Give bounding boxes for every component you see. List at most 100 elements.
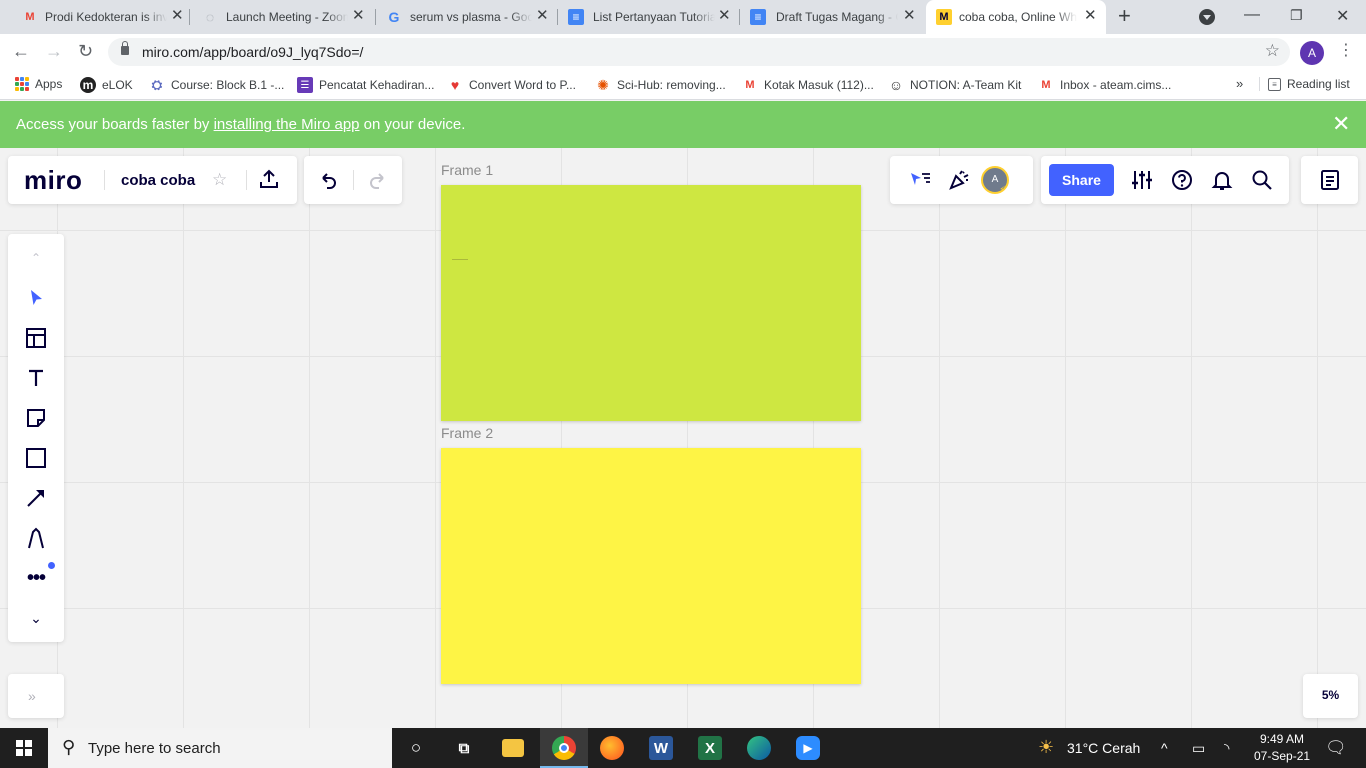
bookmark-course[interactable]: ⛭ Course: Block B.1 -... bbox=[149, 77, 285, 93]
browser-tab[interactable]: G serum vs plasma - Google Search ✕ bbox=[376, 0, 558, 34]
search-icon[interactable] bbox=[1251, 169, 1273, 196]
sticky-mark bbox=[452, 259, 468, 260]
cursor-filter-icon[interactable] bbox=[908, 169, 932, 196]
menu-kebab-icon[interactable]: ⋮ bbox=[1338, 42, 1354, 60]
notifications-bell-icon[interactable] bbox=[1211, 169, 1233, 196]
tab-title: serum vs plasma - Google Search bbox=[410, 10, 532, 24]
excel-icon[interactable]: X bbox=[698, 736, 722, 760]
shape-rectangle-icon[interactable] bbox=[22, 444, 50, 472]
forward-arrow-icon[interactable]: → bbox=[45, 40, 63, 62]
taskbar-search[interactable]: ⚲ Type here to search bbox=[48, 728, 392, 768]
profile-avatar[interactable]: A bbox=[1300, 41, 1324, 65]
browser-tab[interactable]: ≡ Draft Tugas Magang - Google Docs ✕ bbox=[740, 0, 924, 34]
notes-list-icon[interactable] bbox=[1319, 169, 1341, 196]
install-app-link[interactable]: installing the Miro app bbox=[214, 116, 360, 133]
window-close-icon[interactable]: ✕ bbox=[1336, 6, 1349, 26]
board-canvas[interactable]: miro coba coba ☆ Frame 1 Frame 2 A ⚡ Sha… bbox=[0, 148, 1366, 728]
bookmark-elok[interactable]: m eLOK bbox=[80, 77, 133, 93]
taskbar-clock[interactable]: 9:49 AM 07-Sep-21 bbox=[1254, 731, 1310, 765]
board-name[interactable]: coba coba bbox=[121, 172, 195, 189]
file-explorer-icon[interactable] bbox=[502, 739, 524, 757]
frame-1[interactable] bbox=[441, 185, 861, 421]
tray-overflow-icon[interactable]: ^ bbox=[1161, 740, 1168, 756]
chrome-icon[interactable] bbox=[552, 736, 576, 760]
close-banner-icon[interactable]: ✕ bbox=[1332, 112, 1350, 136]
cortana-icon[interactable]: ○ bbox=[404, 736, 428, 760]
expand-down-icon[interactable]: ⌄ bbox=[22, 604, 50, 632]
share-button[interactable]: Share bbox=[1049, 164, 1114, 196]
undo-icon[interactable] bbox=[318, 169, 340, 196]
bookmark-apps[interactable]: Apps bbox=[15, 77, 62, 91]
bookmark-forms[interactable]: ☰ Pencatat Kehadiran... bbox=[297, 77, 434, 93]
new-tab-button[interactable]: + bbox=[1118, 5, 1131, 27]
browser-tab[interactable]: ◌ Launch Meeting - Zoom ✕ bbox=[190, 0, 376, 34]
tab-search-icon[interactable] bbox=[1199, 9, 1215, 25]
reactions-party-icon[interactable] bbox=[947, 168, 971, 197]
templates-icon[interactable] bbox=[22, 324, 50, 352]
browser-tab[interactable]: M Prodi Kedokteran is inviting you to a … bbox=[0, 0, 190, 34]
collapse-up-icon[interactable]: ⌃ bbox=[22, 244, 50, 272]
restore-icon[interactable]: ❐ bbox=[1290, 7, 1303, 24]
bookmark-gmail[interactable]: M Kotak Masuk (112)... bbox=[742, 77, 873, 93]
bookmark-notion[interactable]: ☺ NOTION: A-Team Kit bbox=[888, 77, 1022, 93]
lock-icon[interactable] bbox=[121, 41, 129, 55]
help-icon[interactable] bbox=[1171, 169, 1193, 196]
reload-icon[interactable]: ↻ bbox=[78, 40, 93, 62]
task-view-icon[interactable]: ⧉ bbox=[452, 736, 476, 760]
bookmark-scihub[interactable]: ✺ Sci-Hub: removing... bbox=[595, 77, 726, 93]
settings-sliders-icon[interactable] bbox=[1131, 169, 1153, 196]
text-tool-icon[interactable] bbox=[22, 364, 50, 392]
bookmark-label: eLOK bbox=[102, 78, 133, 92]
frame-2-label[interactable]: Frame 2 bbox=[441, 425, 493, 441]
weather-icon[interactable]: ☀ bbox=[1038, 737, 1054, 758]
docs-icon: ≡ bbox=[750, 9, 766, 25]
taskbar-search-placeholder[interactable]: Type here to search bbox=[88, 740, 221, 757]
close-tab-icon[interactable]: ✕ bbox=[1084, 8, 1097, 24]
redo-icon[interactable] bbox=[366, 169, 388, 196]
bookmarks-more-icon[interactable]: » bbox=[1236, 76, 1243, 91]
battery-icon[interactable]: ▭ bbox=[1192, 740, 1205, 757]
close-tab-icon[interactable]: ✕ bbox=[352, 8, 365, 24]
notification-center-icon[interactable]: 🗨 bbox=[1325, 738, 1347, 758]
word-icon[interactable]: W bbox=[649, 736, 673, 760]
url-text[interactable]: miro.com/app/board/o9J_lyq7Sdo=/ bbox=[142, 44, 363, 60]
frame-2[interactable] bbox=[441, 448, 861, 684]
address-bar: ← → ↻ miro.com/app/board/o9J_lyq7Sdo=/ ☆… bbox=[0, 34, 1366, 70]
globe-icon: ◌ bbox=[205, 9, 215, 25]
heart-icon: ♥ bbox=[450, 77, 460, 93]
windows-start-icon[interactable] bbox=[16, 740, 32, 756]
more-tools-icon[interactable]: ••• bbox=[22, 564, 50, 592]
edge-icon[interactable] bbox=[747, 736, 771, 760]
expand-panel-icon[interactable]: » bbox=[28, 685, 36, 707]
star-icon[interactable]: ☆ bbox=[212, 169, 227, 191]
zoom-app-icon[interactable]: ▶ bbox=[796, 736, 820, 760]
browser-tab-strip: M Prodi Kedokteran is inviting you to a … bbox=[0, 0, 1366, 34]
forms-icon: ☰ bbox=[297, 77, 313, 93]
select-cursor-icon[interactable] bbox=[22, 284, 50, 312]
close-tab-icon[interactable]: ✕ bbox=[171, 8, 184, 24]
browser-tab[interactable]: ≡ List Pertanyaan Tutorial ✕ bbox=[558, 0, 740, 34]
bookmark-label: Course: Block B.1 -... bbox=[171, 78, 285, 92]
minimize-icon[interactable]: — bbox=[1244, 6, 1260, 24]
zoom-level[interactable]: 5% bbox=[1303, 688, 1358, 702]
miro-logo[interactable]: miro bbox=[24, 165, 82, 196]
connection-line-icon[interactable] bbox=[22, 484, 50, 512]
reading-list-button[interactable]: ≡ Reading list bbox=[1259, 77, 1350, 91]
wifi-icon[interactable]: ◝ bbox=[1224, 740, 1229, 757]
close-tab-icon[interactable]: ✕ bbox=[718, 8, 731, 24]
gmail-icon: M bbox=[745, 79, 755, 91]
frame-1-label[interactable]: Frame 1 bbox=[441, 162, 493, 178]
omnibox[interactable]: miro.com/app/board/o9J_lyq7Sdo=/ ☆ bbox=[108, 38, 1290, 66]
back-arrow-icon[interactable]: ← bbox=[12, 40, 30, 62]
bookmark-star-icon[interactable]: ☆ bbox=[1265, 41, 1280, 61]
pen-icon[interactable] bbox=[22, 524, 50, 552]
bookmark-inbox[interactable]: M Inbox - ateam.cims... bbox=[1038, 77, 1171, 93]
sticky-note-icon[interactable] bbox=[22, 404, 50, 432]
close-tab-icon[interactable]: ✕ bbox=[903, 8, 916, 24]
firefox-icon[interactable] bbox=[600, 736, 624, 760]
weather-text[interactable]: 31°C Cerah bbox=[1067, 740, 1140, 756]
bookmark-convert[interactable]: ♥ Convert Word to P... bbox=[447, 77, 576, 93]
browser-tab-active[interactable]: M coba coba, Online Whiteboard for Visua… bbox=[926, 0, 1106, 34]
close-tab-icon[interactable]: ✕ bbox=[536, 8, 549, 24]
export-upload-icon[interactable] bbox=[258, 168, 280, 195]
